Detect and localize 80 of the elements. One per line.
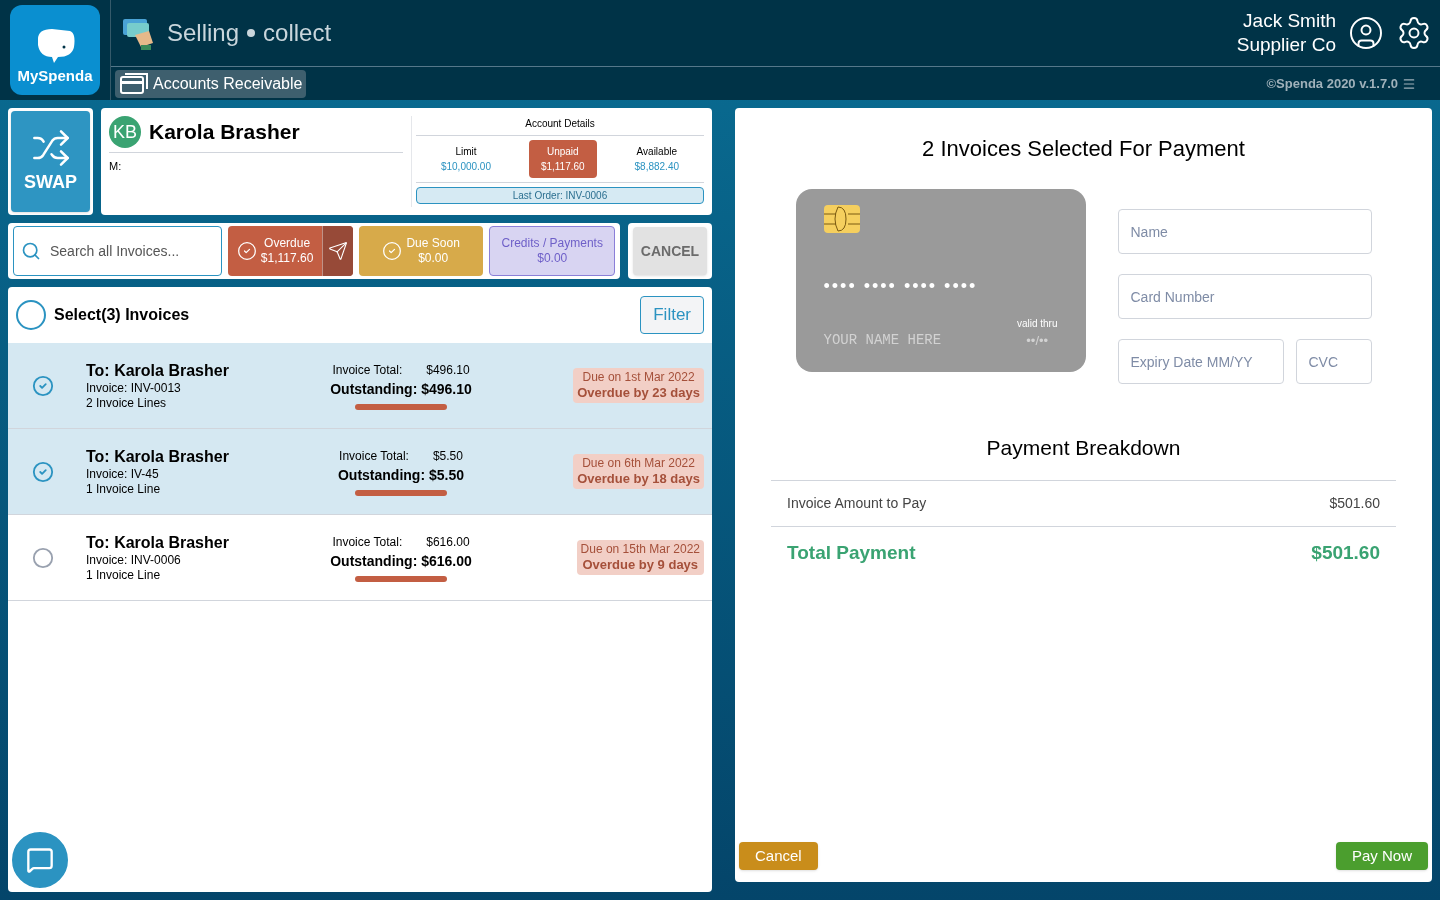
- nav-tab[interactable]: Accounts Receivable: [115, 69, 307, 98]
- name-field[interactable]: Name: [1117, 209, 1372, 254]
- swap-button[interactable]: SWAP: [11, 111, 90, 212]
- total-label: Invoice Total:: [339, 448, 409, 465]
- filter-label: Credits / Payments: [501, 236, 603, 251]
- version-text: ©Spenda 2020 v.1.7.0: [1266, 74, 1398, 93]
- invoice-number: Invoice: IV-45: [86, 466, 160, 482]
- card-number-field[interactable]: Card Number: [1117, 274, 1372, 319]
- module-name: Selling: [167, 18, 240, 48]
- chip-icon: [823, 205, 860, 233]
- filter-amount: $1,117.60: [260, 251, 314, 266]
- search-field[interactable]: Search all Invoices...: [13, 226, 223, 276]
- search-icon: [21, 241, 41, 261]
- total-payment-value: $501.60: [1311, 540, 1380, 565]
- filter-tile[interactable]: Credits / Payments $0.00: [489, 226, 615, 276]
- customer-name: Karola Brasher: [149, 119, 300, 146]
- filter-button[interactable]: Filter: [640, 296, 704, 334]
- total-payment-label: Total Payment: [787, 540, 916, 565]
- breakdown-value: $501.60: [1329, 493, 1380, 513]
- breakdown-title: Payment Breakdown: [986, 435, 1181, 461]
- select-label: Select(3) Invoices: [54, 305, 190, 325]
- logo-text: MySpenda: [17, 65, 93, 86]
- outstanding-amount: Outstanding: $496.10: [330, 380, 472, 399]
- expiry-field[interactable]: Expiry Date MM/YY: [1117, 339, 1284, 384]
- filter-label: Overdue: [264, 236, 311, 251]
- invoice-lines: 1 Invoice Line: [86, 567, 162, 583]
- cvc-field[interactable]: CVC: [1295, 339, 1372, 384]
- filter-amount: $0.00: [537, 251, 568, 266]
- invoice-number: Invoice: INV-0013: [86, 380, 182, 396]
- valid-thru-label: valid thru: [1016, 317, 1058, 331]
- filter-label: Due Soon: [406, 236, 460, 251]
- invoice-recipient: To: Karola Brasher: [86, 360, 230, 381]
- card-number-mask: •••• •••• •••• ••••: [823, 275, 979, 298]
- chat-icon: [26, 846, 54, 874]
- due-badge: Due on 15th Mar 2022 Overdue by 9 days: [576, 539, 704, 576]
- mobile-label: M:: [109, 160, 122, 172]
- app-logo[interactable]: MySpenda: [10, 5, 100, 95]
- account-details-title: Account Details: [416, 116, 704, 136]
- account-stat: Limit $10,000.00: [439, 145, 492, 174]
- card-expiry-mask: ••/••: [1026, 332, 1049, 350]
- filter-tile[interactable]: Due Soon $0.00: [358, 226, 484, 276]
- module-name: collect: [263, 18, 332, 48]
- cancel-button[interactable]: Cancel: [739, 842, 818, 870]
- due-badge: Due on 6th Mar 2022 Overdue by 18 days: [573, 453, 704, 490]
- shuffle-icon: [30, 127, 71, 168]
- account-stat: Unpaid $1,117.60: [528, 140, 597, 178]
- menu-icon[interactable]: [1402, 76, 1416, 91]
- outstanding-amount: Outstanding: $616.00: [330, 552, 472, 571]
- invoice-lines: 2 Invoice Lines: [86, 395, 168, 411]
- invoice-recipient: To: Karola Brasher: [86, 532, 230, 553]
- invoice-number: Invoice: INV-0006: [86, 552, 182, 568]
- invoice-recipient: To: Karola Brasher: [86, 446, 230, 467]
- radio-icon[interactable]: [32, 546, 54, 569]
- total-label: Invoice Total:: [332, 534, 403, 551]
- check-icon[interactable]: [32, 460, 54, 483]
- due-badge: Due on 1st Mar 2022 Overdue by 23 days: [573, 367, 704, 404]
- pay-now-button[interactable]: Pay Now: [1335, 842, 1428, 870]
- total-value: $616.00: [426, 534, 470, 551]
- outstanding-amount: Outstanding: $5.50: [338, 466, 464, 485]
- customer-avatar: KB: [109, 116, 141, 148]
- account-stat: Available $8,882.40: [633, 145, 681, 174]
- send-icon[interactable]: [327, 241, 348, 261]
- user-name: Jack Smith: [1243, 9, 1336, 33]
- filter-amount: $0.00: [418, 251, 449, 266]
- company-name: Supplier Co: [1236, 33, 1336, 57]
- filter-tile[interactable]: Overdue $1,117.60: [228, 226, 353, 276]
- total-label: Invoice Total:: [332, 362, 403, 379]
- last-order-badge[interactable]: Last Order: INV-0006: [416, 187, 704, 204]
- total-value: $496.10: [426, 362, 470, 379]
- invoice-lines: 1 Invoice Line: [86, 481, 162, 497]
- card-holder-name: YOUR NAME HERE: [823, 330, 942, 350]
- invoice-row[interactable]: To: Karola Brasher Invoice: IV-45 1 Invoice Line Invoice Total: $5.50 Outstanding: $5.50 Due on 6th Mar 2022 Overdue by 18 days: [8, 429, 712, 515]
- invoice-row[interactable]: To: Karola Brasher Invoice: INV-0013 2 Invoice Lines Invoice Total: $496.10 Outstanding: $496.10 Due on 1st Mar 2022 Overdue by 23 days: [8, 343, 712, 429]
- breakdown-label: Invoice Amount to Pay: [787, 493, 927, 513]
- credit-card-icon: [119, 71, 149, 96]
- payment-title: 2 Invoices Selected For Payment: [922, 135, 1245, 163]
- total-value: $5.50: [432, 448, 463, 465]
- select-all-radio[interactable]: [16, 300, 46, 330]
- user-icon[interactable]: [1348, 15, 1384, 51]
- check-icon[interactable]: [32, 374, 54, 397]
